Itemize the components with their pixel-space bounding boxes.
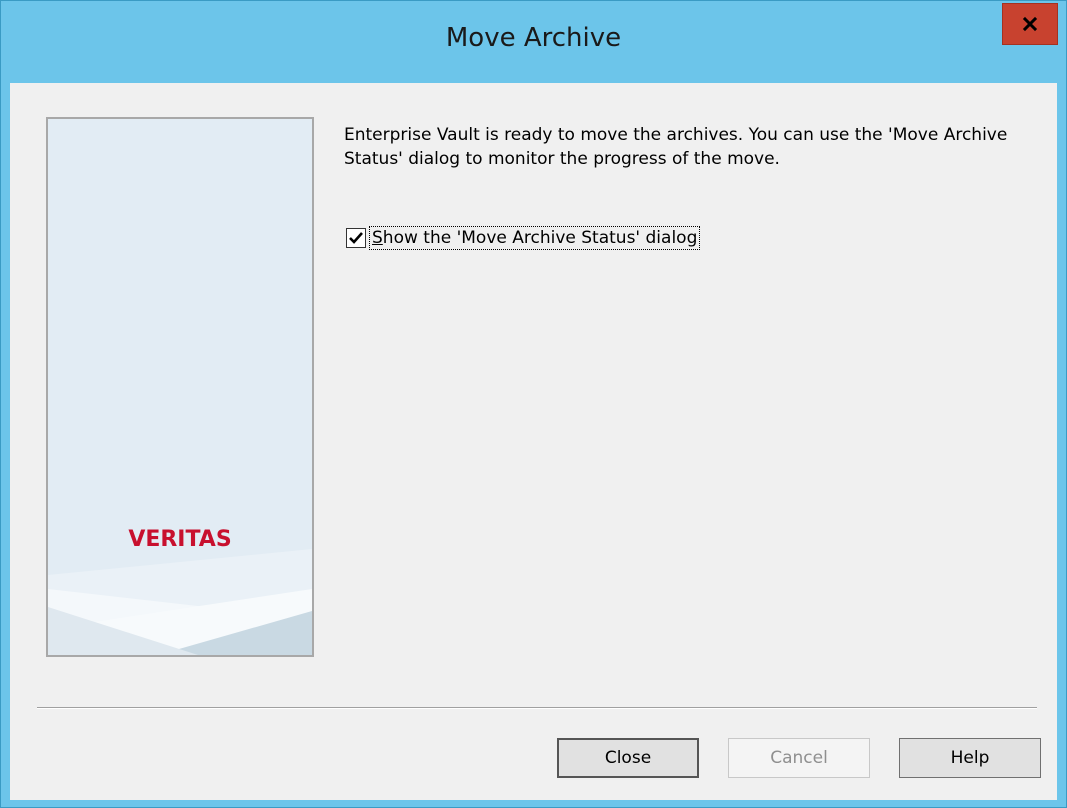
checkmark-icon [349, 232, 363, 244]
move-archive-dialog: Move Archive VERITAS Enterprise Vault is… [0, 0, 1067, 808]
footer-separator [37, 707, 1037, 709]
show-status-dialog-option[interactable]: Show the 'Move Archive Status' dialog [346, 226, 701, 250]
dialog-body: VERITAS Enterprise Vault is ready to mov… [10, 83, 1057, 800]
window-close-button[interactable] [1002, 3, 1058, 45]
show-status-dialog-checkbox[interactable] [346, 228, 366, 248]
svg-text:VERITAS: VERITAS [128, 527, 231, 551]
veritas-logo: VERITAS [48, 525, 312, 555]
close-button[interactable]: Close [557, 738, 699, 778]
dialog-title: Move Archive [445, 23, 622, 53]
ready-message: Enterprise Vault is ready to move the ar… [344, 125, 1008, 169]
cancel-button[interactable]: Cancel [728, 738, 870, 778]
show-status-dialog-label[interactable]: Show the 'Move Archive Status' dialog [369, 226, 701, 250]
banner-wave-graphic [48, 119, 312, 655]
title-bar[interactable]: Move Archive [1, 1, 1066, 83]
wizard-banner: VERITAS [46, 117, 314, 657]
help-button[interactable]: Help [899, 738, 1041, 778]
close-icon [1022, 16, 1038, 32]
